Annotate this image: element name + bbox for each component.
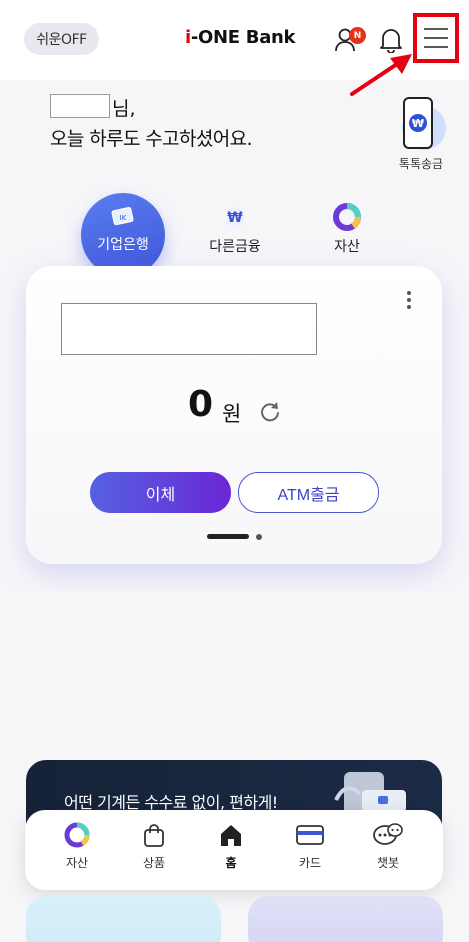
app-logo: i-ONE Bank <box>185 27 296 48</box>
atm-withdraw-button[interactable]: ATM출금 <box>238 472 379 513</box>
nav-products[interactable]: 상품 <box>124 822 184 874</box>
tab-ibk-bank-label: 기업은행 <box>97 237 149 253</box>
greeting-suffix: 님, <box>112 98 136 120</box>
account-number-field <box>61 303 317 355</box>
svg-text:₩: ₩ <box>227 210 243 226</box>
svg-text:IK: IK <box>120 214 127 222</box>
nav-home[interactable]: 홈 <box>201 822 261 874</box>
user-name-field <box>50 94 110 118</box>
greeting-message: 오늘 하루도 수고하셨어요. <box>50 128 253 150</box>
home-icon <box>221 825 241 846</box>
quick-transfer-label: 톡톡송금 <box>398 157 444 171</box>
nav-chatbot-label: 챗봇 <box>376 856 400 870</box>
bottom-card-left[interactable] <box>26 896 221 942</box>
card-icon <box>296 825 324 845</box>
easy-mode-toggle[interactable]: 쉬운OFF <box>24 23 99 55</box>
nav-assets-label: 자산 <box>65 856 89 870</box>
won-symbol: ₩ <box>412 117 424 130</box>
bottom-card-right[interactable] <box>248 896 443 942</box>
transfer-button[interactable]: 이체 <box>90 472 231 513</box>
account-balance: 0 <box>188 384 213 425</box>
menu-highlight-box <box>413 13 459 63</box>
chatbot-icon <box>373 823 403 845</box>
bank-card-icon: IK <box>111 206 135 226</box>
currency-label: 원 <box>222 402 242 426</box>
tab-assets[interactable]: 자산 <box>302 236 392 256</box>
nav-assets[interactable]: 자산 <box>47 822 107 874</box>
more-options-icon[interactable] <box>403 290 415 312</box>
notification-badge: N <box>349 27 366 44</box>
page-indicator-dot[interactable] <box>256 534 262 540</box>
nav-card-label: 카드 <box>298 856 322 870</box>
nav-home-label: 홈 <box>225 856 237 870</box>
refresh-icon[interactable] <box>259 401 281 427</box>
nav-chatbot[interactable]: 챗봇 <box>358 822 418 874</box>
logo-text: -ONE Bank <box>190 27 296 48</box>
other-finance-icon[interactable]: ₩ <box>224 206 246 228</box>
shopping-bag-icon <box>144 824 164 847</box>
nav-products-label: 상품 <box>142 856 166 870</box>
page-indicator-active <box>207 534 249 539</box>
nav-card[interactable]: 카드 <box>280 822 340 874</box>
tab-other-finance[interactable]: 다른금융 <box>190 236 280 256</box>
pointer-arrow-icon <box>350 54 412 96</box>
assets-pie-icon[interactable] <box>333 203 361 231</box>
pie-chart-icon <box>64 822 90 848</box>
content-spacer <box>0 592 469 742</box>
